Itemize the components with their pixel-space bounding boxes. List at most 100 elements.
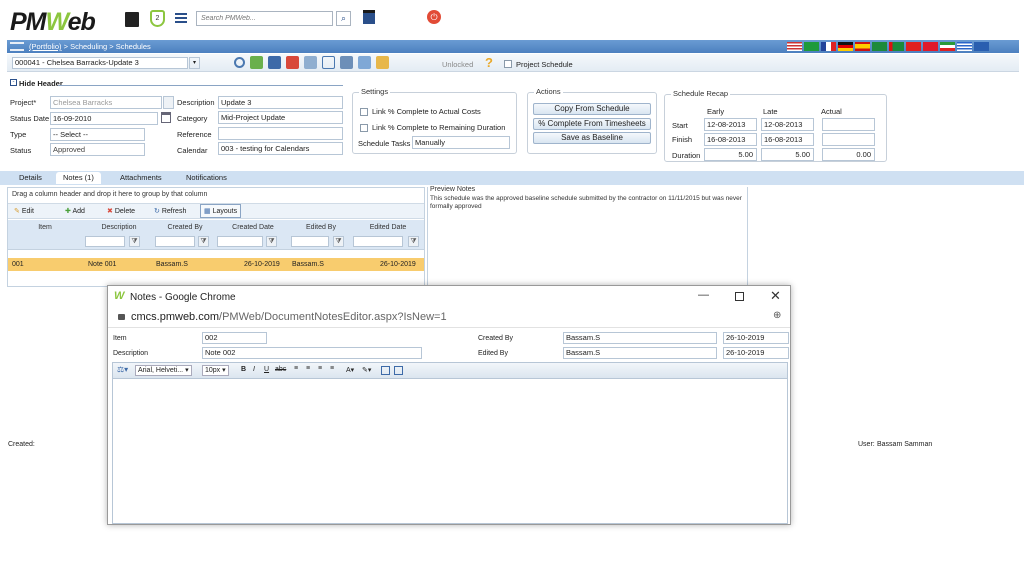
tab-details[interactable]: Details — [12, 172, 49, 184]
link-remaining-duration-option[interactable]: Link % Complete to Remaining Duration — [360, 123, 505, 133]
insert-image-icon[interactable] — [381, 366, 390, 375]
justify-icon[interactable]: ≡ — [330, 365, 334, 372]
col-description[interactable]: Description — [84, 224, 154, 231]
search-icon[interactable]: ⌕ — [336, 11, 351, 26]
popup-item-field[interactable]: 002 — [202, 332, 267, 344]
url-text[interactable]: cmcs.pmweb.com/PMWeb/DocumentNotesEditor… — [131, 311, 447, 323]
bold-icon[interactable]: B — [241, 366, 246, 373]
delete-doc-icon[interactable] — [286, 56, 299, 69]
category-select[interactable]: Mid-Project Update — [218, 111, 343, 124]
flag-es-icon[interactable] — [855, 42, 870, 52]
tab-attachments[interactable]: Attachments — [113, 172, 169, 184]
maximize-button[interactable] — [735, 292, 744, 301]
refresh-button[interactable]: ↻ Refresh — [154, 207, 186, 215]
flag-fr-icon[interactable] — [821, 42, 836, 52]
popup-description-field[interactable]: Note 002 — [202, 347, 422, 359]
flag-se-icon[interactable] — [974, 42, 989, 52]
flag-tr-icon[interactable] — [923, 42, 938, 52]
breadcrumb-portfolio-link[interactable]: (Portfolio) — [29, 42, 62, 51]
filter-icon[interactable]: ⧩ — [408, 236, 419, 247]
font-size-select[interactable]: 10px ▾ — [202, 365, 229, 376]
calendar-select[interactable]: 003 - testing for Calendars — [218, 142, 343, 155]
add-button[interactable]: ✚ Add — [65, 207, 85, 215]
power-icon[interactable]: ⏻ — [427, 10, 441, 24]
hide-header-label[interactable]: Hide Header — [19, 79, 63, 88]
reference-field[interactable] — [218, 127, 343, 140]
search-input[interactable] — [196, 11, 333, 26]
delete-button[interactable]: ✖ Delete — [107, 207, 135, 215]
new-doc-icon[interactable] — [250, 56, 263, 69]
zoom-icon[interactable]: ⊕ — [773, 310, 781, 321]
table-row[interactable]: 001 Note 001 Bassam.S 26-10-2019 Bassam.… — [8, 258, 424, 271]
strikethrough-icon[interactable]: abc — [275, 366, 286, 373]
status-date-field[interactable]: 16-09-2010 — [50, 112, 158, 125]
filter-edited-by[interactable] — [291, 236, 329, 247]
status-date-calendar-icon[interactable] — [161, 112, 171, 123]
status-select[interactable]: Approved — [50, 143, 145, 156]
flag-cn-icon[interactable] — [906, 42, 921, 52]
complete-from-timesheets-button[interactable]: % Complete From Timesheets — [533, 118, 651, 130]
project-lookup-button[interactable] — [163, 96, 174, 109]
filter-icon[interactable]: ⧩ — [129, 236, 140, 247]
recap-finish-actual[interactable] — [822, 133, 875, 146]
align-right-icon[interactable]: ≡ — [318, 365, 322, 372]
filter-description[interactable] — [85, 236, 125, 247]
record-select-chevron-icon[interactable]: ▾ — [189, 57, 200, 69]
col-item[interactable]: Item — [8, 224, 82, 231]
insert-table-icon[interactable] — [394, 366, 403, 375]
font-color-icon[interactable]: A▾ — [346, 366, 354, 374]
filter-icon[interactable]: ⧩ — [266, 236, 277, 247]
project-schedule-checkbox[interactable] — [504, 59, 516, 68]
project-field[interactable]: Chelsea Barracks — [50, 96, 162, 109]
flag-us-icon[interactable] — [787, 42, 802, 52]
link-actual-costs-option[interactable]: Link % Complete to Actual Costs — [360, 107, 481, 117]
rich-text-editor[interactable]: ⚖▾ Arial, Helveti... ▾ 10px ▾ B I U abc … — [112, 362, 788, 524]
flag-ir-icon[interactable] — [940, 42, 955, 52]
user-avatar[interactable] — [125, 12, 139, 27]
record-select[interactable]: 000041 - Chelsea Barracks-Update 3 — [12, 57, 188, 69]
col-edited-date[interactable]: Edited Date — [352, 224, 424, 231]
tab-notes[interactable]: Notes (1) — [56, 172, 101, 184]
schedule-tasks-select[interactable]: Manually — [412, 136, 510, 149]
italic-icon[interactable]: I — [253, 366, 255, 373]
edit-button[interactable]: ✎ Edit — [14, 207, 34, 215]
save-as-baseline-button[interactable]: Save as Baseline — [533, 132, 651, 144]
close-button[interactable]: ✕ — [770, 288, 781, 304]
col-edited-by[interactable]: Edited By — [290, 224, 352, 231]
description-field[interactable]: Update 3 — [218, 96, 343, 109]
flag-gr-icon[interactable] — [957, 42, 972, 52]
attach-icon[interactable] — [304, 56, 317, 69]
filter-created-date[interactable] — [217, 236, 263, 247]
underline-icon[interactable]: U — [264, 366, 269, 373]
tab-notifications[interactable]: Notifications — [179, 172, 234, 184]
lock-icon[interactable] — [376, 56, 389, 69]
align-left-icon[interactable]: ≡ — [294, 365, 298, 372]
filter-created-by[interactable] — [155, 236, 195, 247]
styles-icon[interactable]: ⚖▾ — [117, 365, 128, 374]
copy-from-schedule-button[interactable]: Copy From Schedule — [533, 103, 651, 115]
email-icon[interactable] — [322, 56, 335, 69]
shield-icon[interactable]: 2 — [150, 10, 165, 27]
align-center-icon[interactable]: ≡ — [306, 365, 310, 372]
font-family-select[interactable]: Arial, Helveti... ▾ — [135, 365, 192, 376]
minimize-button[interactable]: — — [698, 289, 709, 301]
type-select[interactable]: -- Select -- — [50, 128, 145, 141]
recap-start-actual[interactable] — [822, 118, 875, 131]
help-icon[interactable]: ? — [485, 55, 493, 70]
filter-edited-date[interactable] — [353, 236, 403, 247]
nav-menu-icon[interactable] — [10, 42, 24, 51]
menu-icon[interactable] — [175, 13, 187, 23]
flag-sa-icon[interactable] — [872, 42, 887, 52]
pmweb-logo[interactable]: PMWeb — [10, 8, 96, 37]
find-icon[interactable] — [234, 57, 245, 68]
filter-icon[interactable]: ⧩ — [333, 236, 344, 247]
calendar-icon[interactable] — [363, 10, 375, 24]
col-created-date[interactable]: Created Date — [216, 224, 290, 231]
layout-icon[interactable] — [358, 56, 371, 69]
flag-ae-icon[interactable] — [889, 42, 904, 52]
flag-de-icon[interactable] — [838, 42, 853, 52]
print-icon[interactable] — [340, 56, 353, 69]
highlight-color-icon[interactable]: ✎▾ — [362, 366, 371, 374]
flag-br-icon[interactable] — [804, 42, 819, 52]
layouts-button[interactable]: ▦ Layouts — [200, 204, 242, 218]
